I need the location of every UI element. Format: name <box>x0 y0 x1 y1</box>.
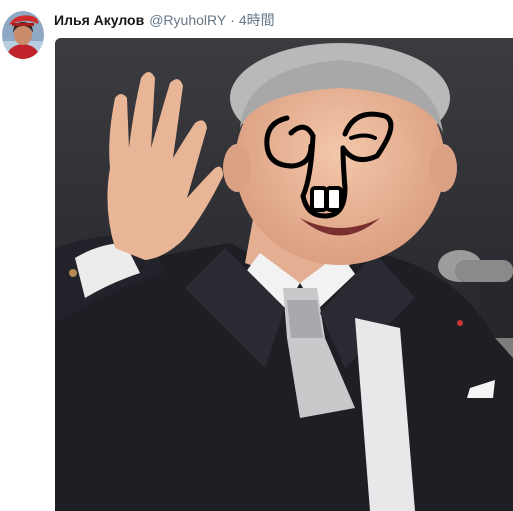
timestamp-link[interactable]: 4時間 <box>239 11 275 29</box>
tweet-header: Илья Акулов @RyuholRY · 4時間 <box>54 11 275 29</box>
user-avatar-icon <box>2 11 44 59</box>
photo-man-waving-icon <box>55 38 513 511</box>
separator-dot: · <box>230 12 235 28</box>
author-handle[interactable]: @RyuholRY <box>149 11 226 29</box>
tweet-photo[interactable] <box>55 38 513 511</box>
tweet[interactable]: Илья Акулов @RyuholRY · 4時間 <box>0 0 513 511</box>
avatar[interactable] <box>2 11 44 59</box>
author-name[interactable]: Илья Акулов <box>54 11 144 29</box>
